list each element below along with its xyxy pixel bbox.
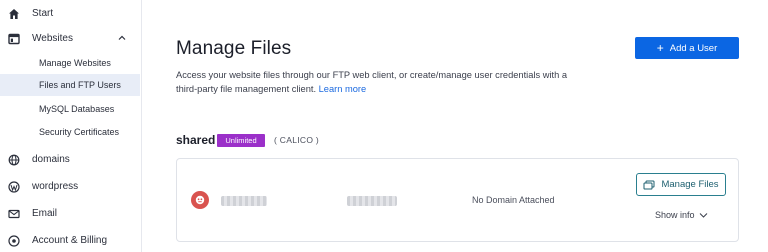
manage-files-label: Manage Files bbox=[661, 179, 719, 190]
envelope-icon bbox=[7, 207, 20, 220]
add-user-button[interactable]: + Add a User bbox=[635, 37, 739, 59]
sidebar-item-label: domains bbox=[32, 154, 70, 165]
sidebar-item-wordpress[interactable]: wordpress bbox=[0, 173, 142, 199]
chevron-down-icon bbox=[699, 212, 707, 218]
learn-more-link[interactable]: Learn more bbox=[319, 84, 367, 94]
sidebar-item-account-billing[interactable]: Account & Billing bbox=[0, 227, 142, 252]
redacted-site-name bbox=[221, 196, 267, 206]
sidebar-item-websites[interactable]: Websites bbox=[0, 25, 142, 51]
sidebar: Start Websites Manage Websites Files and… bbox=[0, 0, 142, 252]
files-icon bbox=[643, 180, 655, 190]
sidebar-item-domains[interactable]: domains bbox=[0, 146, 142, 172]
sidebar-subitem-label: Manage Websites bbox=[39, 58, 111, 68]
account-icon bbox=[7, 234, 20, 247]
sidebar-subitem-mysql-databases[interactable]: MySQL Databases bbox=[0, 98, 140, 120]
home-icon bbox=[7, 7, 20, 20]
domain-status: No Domain Attached bbox=[472, 195, 555, 205]
plus-icon: + bbox=[656, 41, 664, 55]
page-description: Access your website files through our FT… bbox=[176, 68, 586, 96]
sidebar-subitem-label: MySQL Databases bbox=[39, 104, 115, 114]
sidebar-subitem-label: Security Certificates bbox=[39, 127, 120, 137]
sidebar-item-label: Email bbox=[32, 208, 58, 219]
sidebar-subitem-manage-websites[interactable]: Manage Websites bbox=[0, 52, 140, 74]
wordpress-icon bbox=[7, 180, 20, 193]
plan-note: ( CALICO ) bbox=[274, 135, 320, 145]
page-title: Manage Files bbox=[176, 38, 292, 59]
show-info-toggle[interactable]: Show info bbox=[655, 210, 708, 220]
sidebar-item-start[interactable]: Start bbox=[0, 0, 142, 26]
site-avatar-icon bbox=[191, 191, 209, 209]
show-info-label: Show info bbox=[655, 210, 695, 220]
sidebar-subitem-security-certificates[interactable]: Security Certificates bbox=[0, 121, 140, 143]
sidebar-subitem-files-ftp-users[interactable]: Files and FTP Users bbox=[0, 74, 140, 96]
sidebar-subitem-label: Files and FTP Users bbox=[39, 80, 121, 90]
sidebar-item-label: Account & Billing bbox=[32, 235, 108, 246]
add-user-label: Add a User bbox=[669, 42, 718, 54]
manage-files-button[interactable]: Manage Files bbox=[636, 173, 726, 196]
redacted-site-user bbox=[347, 196, 397, 206]
globe-icon bbox=[7, 153, 20, 166]
plan-name: shared bbox=[176, 133, 216, 147]
sidebar-item-email[interactable]: Email bbox=[0, 200, 142, 226]
sidebar-item-label: wordpress bbox=[32, 181, 79, 192]
websites-icon bbox=[7, 32, 20, 45]
chevron-up-icon[interactable] bbox=[117, 33, 127, 43]
plan-badge: Unlimited bbox=[217, 134, 265, 147]
description-text: Access your website files through our FT… bbox=[176, 70, 568, 94]
sidebar-item-label: Start bbox=[32, 8, 54, 19]
sidebar-item-label: Websites bbox=[32, 33, 73, 44]
site-card: No Domain Attached Manage Files Show inf… bbox=[176, 158, 739, 242]
